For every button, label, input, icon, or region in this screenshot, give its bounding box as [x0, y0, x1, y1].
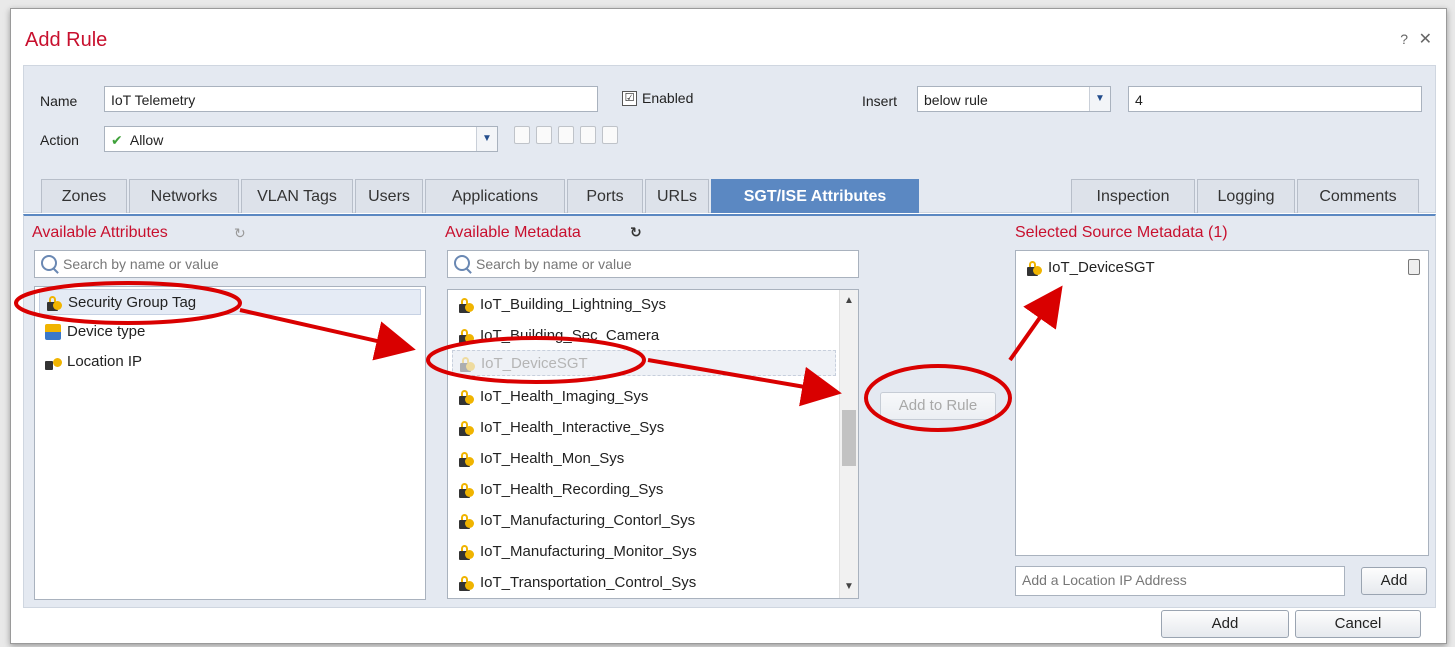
scrollbar-thumb[interactable] — [842, 410, 856, 466]
name-label: Name — [40, 93, 78, 109]
tab-ports[interactable]: Ports — [567, 179, 643, 213]
list-item[interactable]: IoT_DeviceSGT — [1020, 255, 1155, 281]
lock-tag-icon — [458, 328, 474, 344]
lock-tag-icon — [458, 297, 474, 313]
lock-tag-icon — [1026, 260, 1042, 276]
search-icon — [454, 255, 470, 271]
insert-select[interactable]: below rule ▼ — [917, 86, 1111, 112]
user-search-icon[interactable] — [558, 126, 574, 144]
list-item[interactable]: IoT_Health_Mon_Sys — [452, 446, 624, 472]
selected-metadata-title: Selected Source Metadata (1) — [1015, 224, 1228, 241]
action-label: Action — [40, 132, 79, 148]
lock-tag-icon — [458, 482, 474, 498]
list-item[interactable]: IoT_Transportation_Control_Sys — [452, 570, 696, 596]
action-select-value: Allow — [129, 132, 164, 148]
add-rule-dialog: Add Rule ? ✕ Name IoT Telemetry ☑ Enable… — [10, 8, 1447, 644]
tab-zones[interactable]: Zones — [41, 179, 127, 213]
insert-label: Insert — [862, 93, 898, 109]
list-item[interactable]: IoT_Health_Interactive_Sys — [452, 415, 664, 441]
tab-sgt-ise-attributes[interactable]: SGT/ISE Attributes — [711, 179, 919, 213]
folder-icon[interactable] — [580, 126, 596, 144]
lock-tag-icon — [459, 356, 475, 372]
list-item[interactable]: IoT_Health_Imaging_Sys — [452, 384, 648, 410]
action-select[interactable]: ✔ Allow ▼ — [104, 126, 498, 152]
chevron-down-icon: ▼ — [476, 127, 497, 151]
list-item[interactable]: IoT_Building_Lightning_Sys — [452, 292, 666, 318]
attributes-search-placeholder: Search by name or value — [63, 256, 219, 272]
document-icon[interactable] — [602, 126, 618, 144]
trash-icon[interactable] — [1408, 259, 1420, 275]
selected-metadata-list: IoT_DeviceSGT — [1015, 250, 1429, 556]
name-field[interactable]: IoT Telemetry — [104, 86, 598, 112]
metadata-list: IoT_Building_Lightning_Sys IoT_Building_… — [447, 289, 859, 599]
list-item[interactable]: IoT_Health_Recording_Sys — [452, 477, 663, 503]
add-button[interactable]: Add — [1161, 610, 1289, 638]
action-options-icons — [514, 126, 618, 144]
list-item[interactable]: IoT_Manufacturing_Monitor_Sys — [452, 539, 697, 565]
chevron-down-icon: ▼ — [1089, 87, 1110, 111]
list-item[interactable]: Security Group Tag — [39, 289, 421, 315]
shield-icon[interactable] — [514, 126, 530, 144]
enabled-label: Enabled — [642, 90, 694, 106]
lock-tag-icon — [458, 451, 474, 467]
add-to-rule-button[interactable]: Add to Rule — [880, 392, 996, 420]
enabled-checkbox[interactable]: ☑ — [622, 91, 637, 106]
list-item[interactable]: Device type — [39, 319, 421, 345]
tab-comments[interactable]: Comments — [1297, 179, 1419, 213]
list-item[interactable]: IoT_DeviceSGT — [452, 350, 836, 376]
lock-tag-icon — [46, 295, 62, 311]
available-metadata-title: Available Metadata — [445, 224, 581, 241]
metadata-scrollbar[interactable]: ▲ ▼ — [839, 290, 858, 598]
help-icon[interactable]: ? — [1400, 31, 1408, 47]
chevron-up-icon[interactable]: ▲ — [840, 292, 858, 310]
lock-tag-icon — [458, 575, 474, 591]
insert-position-field[interactable]: 4 — [1128, 86, 1422, 112]
lock-tag-icon — [458, 544, 474, 560]
dialog-title: Add Rule — [25, 29, 108, 51]
lock-tag-icon — [458, 420, 474, 436]
tab-vlan-tags[interactable]: VLAN Tags — [241, 179, 353, 213]
tab-logging[interactable]: Logging — [1197, 179, 1295, 213]
metadata-search-input[interactable]: Search by name or value — [447, 250, 859, 278]
checkmark-icon: ✔ — [111, 132, 123, 148]
tab-inspection[interactable]: Inspection — [1071, 179, 1195, 213]
tab-applications[interactable]: Applications — [425, 179, 565, 213]
attributes-list: Security Group Tag Device type Location … — [34, 286, 426, 600]
refresh-icon[interactable]: ↻ — [234, 225, 246, 242]
available-attributes-title: Available Attributes — [32, 224, 168, 241]
location-ip-input[interactable]: Add a Location IP Address — [1015, 566, 1345, 596]
close-icon[interactable]: ✕ — [1419, 29, 1432, 49]
lock-tag-icon — [458, 513, 474, 529]
list-item[interactable]: IoT_Manufacturing_Contorl_Sys — [452, 508, 695, 534]
device-type-icon — [45, 324, 61, 340]
search-icon — [41, 255, 57, 271]
location-ip-icon — [45, 354, 62, 370]
tab-users[interactable]: Users — [355, 179, 423, 213]
lock-tag-icon — [458, 389, 474, 405]
cancel-button[interactable]: Cancel — [1295, 610, 1421, 638]
tab-urls[interactable]: URLs — [645, 179, 709, 213]
add-location-button[interactable]: Add — [1361, 567, 1427, 595]
insert-select-value: below rule — [924, 92, 988, 108]
list-item[interactable]: Location IP — [39, 349, 421, 375]
sgt-ise-panel: Available Attributes ↻ Search by name or… — [23, 214, 1436, 608]
list-item[interactable]: IoT_Building_Sec_Camera — [452, 323, 659, 349]
attributes-search-input[interactable]: Search by name or value — [34, 250, 426, 278]
tab-networks[interactable]: Networks — [129, 179, 239, 213]
metadata-search-placeholder: Search by name or value — [476, 256, 632, 272]
copy-icon[interactable] — [536, 126, 552, 144]
chevron-down-icon[interactable]: ▼ — [840, 578, 858, 596]
refresh-icon[interactable]: ↻ — [630, 224, 642, 241]
